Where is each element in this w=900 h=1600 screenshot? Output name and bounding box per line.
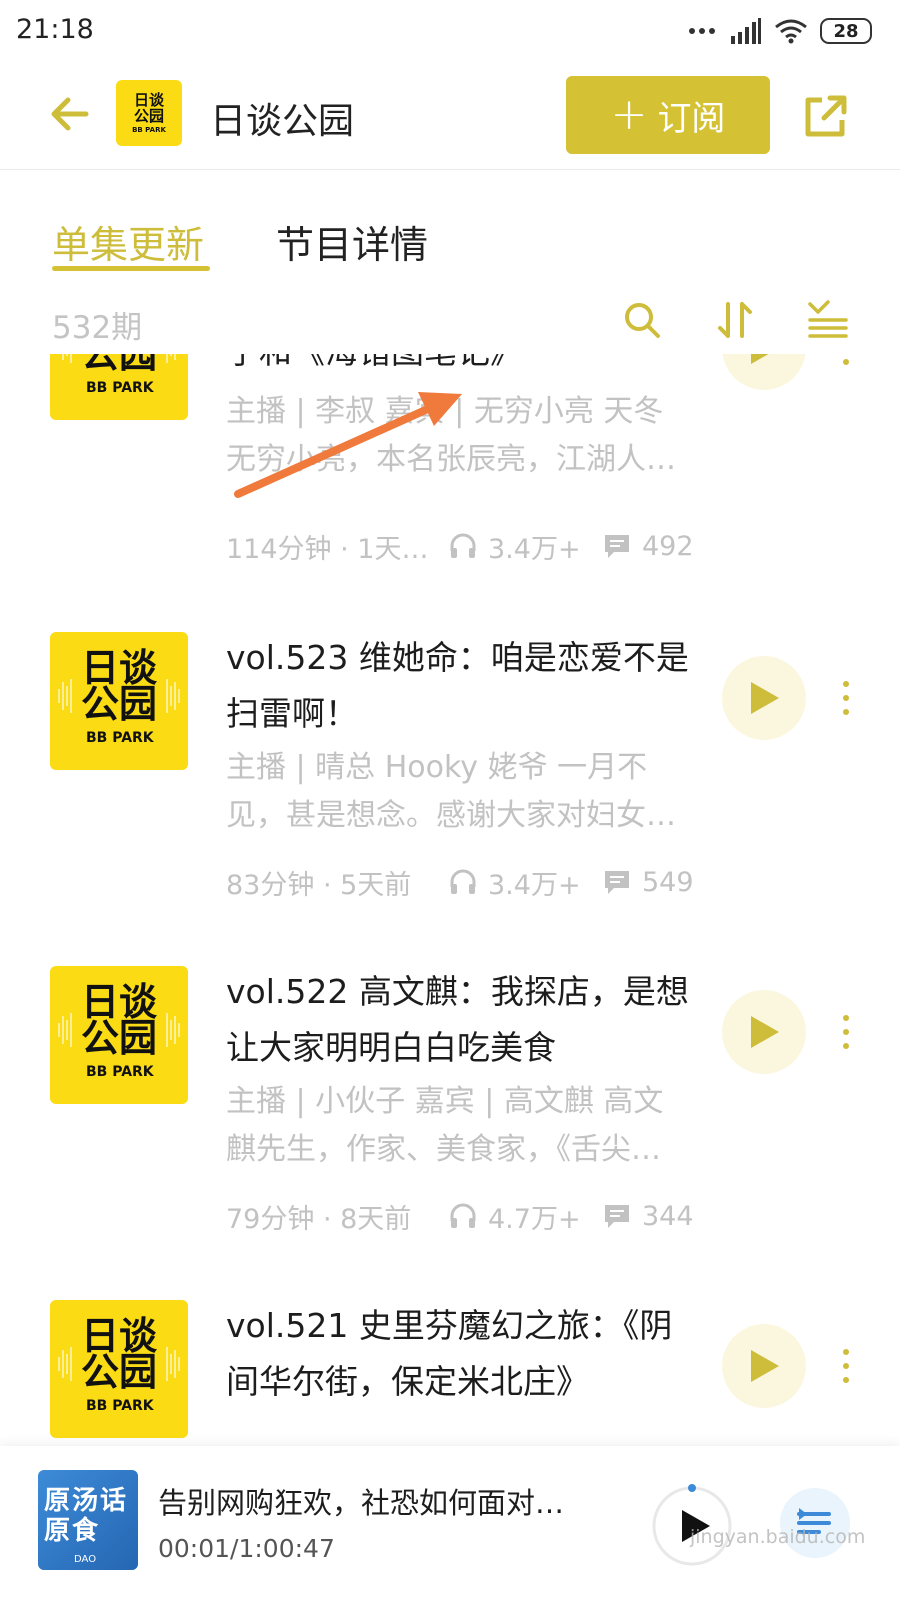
subscribe-button[interactable]: + 订阅 <box>566 76 770 154</box>
comment-icon <box>605 871 629 894</box>
cover-line1: 日谈 <box>80 1314 157 1358</box>
episode-title: vol.521 史里芬魔幻之旅：《阴间华尔街，保定米北庄》 <box>226 1306 673 1401</box>
duration-and-date: 79分钟 · 8天前 <box>226 1203 412 1235</box>
watermark: jingyan.baidu.com <box>690 1526 866 1548</box>
back-arrow-icon[interactable] <box>44 88 96 140</box>
play-icon <box>751 354 769 364</box>
subscribe-label: 订阅 <box>657 98 726 139</box>
description-line: 麒先生，作家、美食家，《舌尖… <box>226 1132 661 1167</box>
episode-description: 主播 | 李叔 嘉宾 | 无穷小亮 天冬 无穷小亮，本名张辰亮，江湖人… <box>226 388 696 484</box>
episode-title: vol.522 高文麒：我探店，是想让大家明明白白吃美食 <box>226 972 689 1067</box>
episode-item[interactable]: 日谈 公园 BB PARK vol.522 高文麒：我探店，是想让大家明明白白吃… <box>0 966 900 1306</box>
battery-icon: 28 <box>820 18 872 44</box>
cover-sub: BB PARK <box>86 380 154 396</box>
more-dots-icon <box>689 28 715 34</box>
episode-meta: 114分钟 · 1天… 3.4万+ 492 <box>226 526 694 566</box>
status-bar: 21:18 28 <box>0 0 900 64</box>
comment-icon <box>605 535 629 558</box>
comment-count: 344 <box>642 1200 694 1232</box>
description-line: 无穷小亮，本名张辰亮，江湖人… <box>226 442 676 477</box>
episode-description: 主播 | 晴总 Hooky 姥爷 一月不 见，甚是想念。感谢大家对妇女… <box>226 744 696 840</box>
status-icons: 28 <box>688 14 872 48</box>
episode-meta: 83分钟 · 5天前 3.4万+ 549 <box>226 862 694 902</box>
episode-title: vol.523 维她命：咱是恋爱不是扫雷啊！ <box>226 638 689 733</box>
cover-line1: 日谈 <box>80 646 157 690</box>
episode-item[interactable]: 日谈 公园 BB PARK vol.523 维她命：咱是恋爱不是扫雷啊！ 主播 … <box>0 632 900 972</box>
tab-program-details[interactable]: 节目详情 <box>276 214 428 269</box>
play-count: 3.4万+ <box>488 869 581 901</box>
play-icon <box>751 682 779 714</box>
tab-episode-updates[interactable]: 单集更新 <box>52 214 204 269</box>
more-options-icon[interactable] <box>834 656 858 740</box>
sort-icon[interactable] <box>714 298 758 342</box>
filter-list-icon[interactable] <box>806 298 850 342</box>
play-button[interactable] <box>722 354 806 390</box>
headphones-icon <box>450 533 476 558</box>
podcast-logo: 日谈 公园 BB PARK <box>116 80 182 146</box>
episode-list[interactable]: 日谈 公园 BB PARK 子和《海错图笔记》 主播 | 李叔 嘉宾 | 无穷小… <box>0 354 900 1446</box>
headphones-icon <box>450 869 476 894</box>
logo-line1: 日谈 <box>133 91 164 109</box>
episode-item[interactable]: 日谈 公园 BB PARK 子和《海错图笔记》 主播 | 李叔 嘉宾 | 无穷小… <box>0 354 900 622</box>
cover-line1: 日谈 <box>80 980 157 1024</box>
description-line: 主播 | 晴总 Hooky 姥爷 一月不 <box>226 750 648 785</box>
episode-description: 主播 | 小伙子 嘉宾 | 高文麒 高文 麒先生，作家、美食家，《舌尖… <box>226 1078 696 1174</box>
episode-title: 子和《海错图笔记》 <box>226 354 696 380</box>
cover-line2: 公园 <box>80 354 157 376</box>
episode-item[interactable]: 日谈 公园 BB PARK vol.521 史里芬魔幻之旅：《阴间华尔街，保定米… <box>0 1300 900 1446</box>
cover-line2: 公园 <box>80 1016 157 1060</box>
more-options-icon[interactable] <box>834 1324 858 1408</box>
duration-and-date: 83分钟 · 5天前 <box>226 869 412 901</box>
more-options-icon[interactable] <box>834 354 858 390</box>
active-tab-indicator <box>52 266 210 271</box>
comment-count: 549 <box>642 866 694 898</box>
play-count: 3.4万+ <box>488 533 581 565</box>
battery-level: 28 <box>833 20 859 42</box>
header: 日谈 公园 BB PARK 日谈公园 + 订阅 <box>0 64 900 170</box>
cover-line2: 公园 <box>80 1350 157 1394</box>
plus-icon: + <box>610 89 648 140</box>
playback-time: 00:01/1:00:47 <box>158 1534 335 1563</box>
play-icon <box>751 1016 779 1048</box>
cover-sub: BB PARK <box>86 730 154 746</box>
now-playing-cover: 原汤话原食 DAO <box>38 1470 138 1570</box>
wifi-icon <box>775 19 807 44</box>
now-playing-title: 告别网购狂欢，社恐如何面对… <box>158 1486 565 1520</box>
description-line: 主播 | 李叔 嘉宾 | 无穷小亮 天冬 <box>226 394 664 429</box>
episode-cover: 日谈 公园 BB PARK <box>50 354 188 420</box>
description-line: 主播 | 小伙子 嘉宾 | 高文麒 高文 <box>226 1084 664 1119</box>
episode-meta: 79分钟 · 8天前 4.7万+ 344 <box>226 1196 694 1236</box>
more-options-icon[interactable] <box>834 990 858 1074</box>
headphones-icon <box>450 1203 476 1228</box>
cover-sub: BB PARK <box>86 1064 154 1080</box>
description-line: 见，甚是想念。感谢大家对妇女… <box>226 798 676 833</box>
episode-count: 532期 <box>52 310 143 346</box>
play-button[interactable] <box>722 1324 806 1408</box>
comment-icon <box>605 1205 629 1228</box>
duration-and-date: 114分钟 · 1天… <box>226 533 429 565</box>
play-button[interactable] <box>722 990 806 1074</box>
cover-sub: DAO <box>74 1554 97 1565</box>
signal-icon <box>731 18 761 44</box>
status-time: 21:18 <box>16 14 94 45</box>
page-title: 日谈公园 <box>210 101 355 142</box>
share-icon[interactable] <box>800 90 852 142</box>
mini-player[interactable]: 原汤话原食 DAO 告别网购狂欢，社恐如何面对… 00:01/1:00:47 <box>0 1446 900 1600</box>
episode-cover: 日谈 公园 BB PARK <box>50 632 188 770</box>
episode-cover: 日谈 公园 BB PARK <box>50 1300 188 1438</box>
play-count: 4.7万+ <box>488 1203 581 1235</box>
cover-sub: BB PARK <box>86 1398 154 1414</box>
logo-sub: BB PARK <box>132 126 166 134</box>
comment-count: 492 <box>642 530 694 562</box>
search-icon[interactable] <box>620 298 664 342</box>
episode-cover: 日谈 公园 BB PARK <box>50 966 188 1104</box>
cover-text: 原汤话原食 <box>44 1486 129 1546</box>
logo-line2: 公园 <box>133 107 164 125</box>
play-icon <box>751 1350 779 1382</box>
play-button[interactable] <box>722 656 806 740</box>
cover-line2: 公园 <box>80 682 157 726</box>
